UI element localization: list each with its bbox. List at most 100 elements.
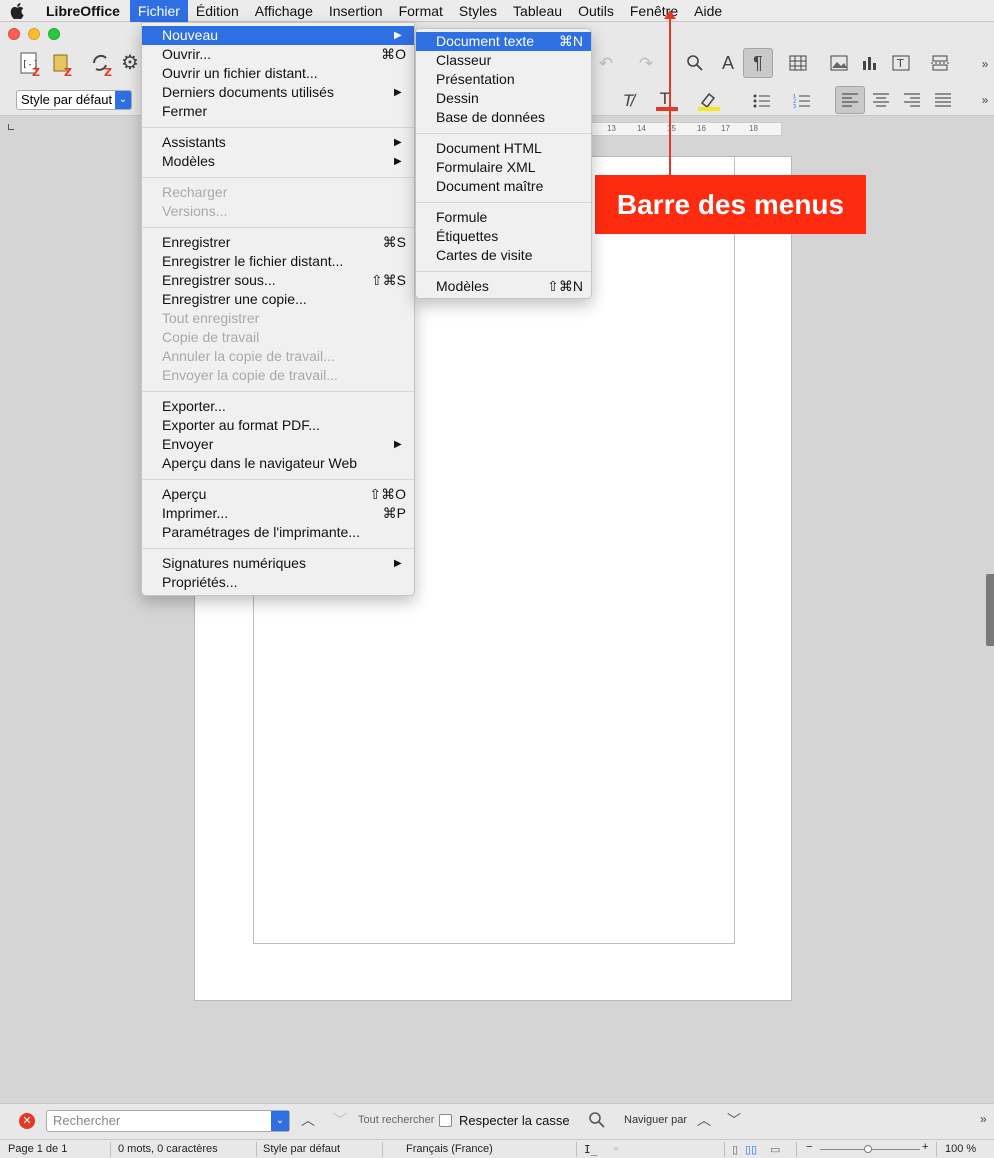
- clear-formatting-icon[interactable]: T̸: [616, 90, 640, 112]
- menu-item-envoyer[interactable]: Envoyer ▶: [142, 435, 414, 454]
- menu-item-ouvrir[interactable]: Ouvrir... ⌘O: [142, 45, 414, 64]
- menu-item-enregistrer-distant[interactable]: Enregistrer le fichier distant...: [142, 252, 414, 271]
- formatting-marks-icon[interactable]: ¶: [743, 48, 773, 78]
- multi-page-view-icon[interactable]: ▯▯: [745, 1143, 757, 1156]
- navigate-up-icon[interactable]: ︿: [694, 1110, 714, 1130]
- insert-mode-icon[interactable]: I̲: [584, 1143, 597, 1156]
- find-previous-icon[interactable]: ︿: [298, 1110, 318, 1130]
- menu-fichier[interactable]: Fichier: [129, 0, 188, 22]
- refresh-icon[interactable]: Z: [88, 50, 116, 78]
- menu-item-parametrages-imprimante[interactable]: Paramétrages de l'imprimante...: [142, 523, 414, 542]
- zoom-window-button[interactable]: [48, 28, 60, 40]
- menu-item-modeles[interactable]: Modèles ▶: [142, 152, 414, 171]
- menu-edition[interactable]: Édition: [188, 0, 247, 22]
- update-icon[interactable]: Z: [48, 50, 76, 78]
- highlight-color-icon[interactable]: [694, 88, 724, 114]
- menu-tableau[interactable]: Tableau: [505, 0, 570, 22]
- menu-item-apercu[interactable]: Aperçu ⇧⌘O: [142, 485, 414, 504]
- menu-item-imprimer[interactable]: Imprimer... ⌘P: [142, 504, 414, 523]
- menu-item-formulaire-xml[interactable]: Formulaire XML: [416, 158, 591, 177]
- insert-image-icon[interactable]: [827, 52, 851, 74]
- insert-chart-icon[interactable]: [858, 52, 882, 74]
- menu-item-document-texte[interactable]: Document texte ⌘N: [416, 32, 591, 51]
- menu-item-etiquettes[interactable]: Étiquettes: [416, 227, 591, 246]
- insert-textbox-icon[interactable]: T: [889, 52, 913, 74]
- align-center-icon[interactable]: [869, 88, 893, 112]
- book-view-icon[interactable]: ▭: [770, 1143, 780, 1156]
- menu-item-signatures[interactable]: Signatures numériques ▶: [142, 554, 414, 573]
- align-left-icon[interactable]: [835, 86, 865, 114]
- menu-item-presentation[interactable]: Présentation: [416, 70, 591, 89]
- menu-outils[interactable]: Outils: [570, 0, 622, 22]
- more-tools-icon[interactable]: »: [978, 54, 992, 74]
- menu-item-apercu-web[interactable]: Aperçu dans le navigateur Web: [142, 454, 414, 473]
- single-page-view-icon[interactable]: ▯: [732, 1143, 738, 1156]
- search-input[interactable]: Rechercher ⌄: [46, 1110, 290, 1132]
- tab-stop-corner[interactable]: [8, 124, 14, 130]
- gear-icon[interactable]: ⚙: [118, 50, 142, 74]
- menu-item-document-html[interactable]: Document HTML: [416, 139, 591, 158]
- close-findbar-icon[interactable]: ✕: [19, 1113, 35, 1129]
- menu-item-enregistrer[interactable]: Enregistrer ⌘S: [142, 233, 414, 252]
- zoom-out-icon[interactable]: −: [806, 1141, 812, 1153]
- menu-item-derniers-documents[interactable]: Derniers documents utilisés ▶: [142, 83, 414, 102]
- match-case-checkbox[interactable]: [439, 1114, 452, 1127]
- menu-item-nouveau[interactable]: Nouveau ▶: [142, 26, 414, 45]
- find-next-icon[interactable]: ﹀: [330, 1110, 350, 1130]
- page-break-icon[interactable]: [928, 52, 952, 74]
- redo-icon[interactable]: ↷: [636, 54, 656, 74]
- justify-icon[interactable]: [931, 88, 955, 112]
- more-format-icon[interactable]: »: [978, 90, 992, 110]
- paragraph-style-select[interactable]: Style par défaut ⌄: [16, 90, 132, 110]
- status-language[interactable]: Français (France): [406, 1143, 493, 1155]
- menu-item-exporter[interactable]: Exporter...: [142, 397, 414, 416]
- undo-icon[interactable]: ↶: [596, 54, 616, 74]
- menu-insertion[interactable]: Insertion: [321, 0, 391, 22]
- apple-icon[interactable]: [0, 0, 34, 22]
- menu-item-assistants[interactable]: Assistants ▶: [142, 133, 414, 152]
- find-all-button[interactable]: Tout rechercher: [358, 1114, 434, 1126]
- menu-item-ouvrir-distant[interactable]: Ouvrir un fichier distant...: [142, 64, 414, 83]
- status-page[interactable]: Page 1 de 1: [8, 1143, 67, 1155]
- navigate-down-icon[interactable]: ﹀: [724, 1110, 744, 1130]
- menu-item-fermer[interactable]: Fermer: [142, 102, 414, 121]
- menu-item-classeur[interactable]: Classeur: [416, 51, 591, 70]
- menu-item-enregistrer-copie[interactable]: Enregistrer une copie...: [142, 290, 414, 309]
- chevron-down-icon[interactable]: ⌄: [271, 1111, 289, 1131]
- zoom-in-icon[interactable]: +: [922, 1141, 928, 1153]
- find-replace-icon[interactable]: [588, 1111, 608, 1131]
- menu-item-exporter-pdf[interactable]: Exporter au format PDF...: [142, 416, 414, 435]
- status-word-count[interactable]: 0 mots, 0 caractères: [118, 1143, 218, 1155]
- find-replace-icon[interactable]: [684, 52, 706, 74]
- spelling-icon[interactable]: A: [716, 50, 740, 76]
- menu-styles[interactable]: Styles: [451, 0, 505, 22]
- zoom-level[interactable]: 100 %: [945, 1143, 976, 1155]
- align-right-icon[interactable]: [900, 88, 924, 112]
- close-window-button[interactable]: [8, 28, 20, 40]
- menu-item-cartes-de-visite[interactable]: Cartes de visite: [416, 246, 591, 265]
- menu-item-document-maitre[interactable]: Document maître: [416, 177, 591, 196]
- menu-item-base-de-donnees[interactable]: Base de données: [416, 108, 591, 127]
- more-findbar-icon[interactable]: »: [980, 1112, 992, 1130]
- export-odt-icon[interactable]: [-] Z: [16, 50, 44, 78]
- menu-app-libreoffice[interactable]: LibreOffice: [34, 0, 130, 22]
- bullet-list-icon[interactable]: [750, 90, 774, 112]
- menu-item-enregistrer-sous[interactable]: Enregistrer sous... ⇧⌘S: [142, 271, 414, 290]
- font-color-icon[interactable]: T: [652, 88, 682, 114]
- chevron-down-icon[interactable]: ⌄: [115, 91, 131, 109]
- menu-fenetre[interactable]: Fenêtre: [622, 0, 686, 22]
- menu-item-proprietes[interactable]: Propriétés...: [142, 573, 414, 592]
- insert-table-icon[interactable]: [786, 52, 810, 74]
- horizontal-ruler[interactable]: 13 14 15 16 17 18: [590, 122, 782, 136]
- sidebar-handle[interactable]: [986, 574, 994, 646]
- zoom-slider-thumb[interactable]: [864, 1145, 872, 1153]
- menu-affichage[interactable]: Affichage: [247, 0, 321, 22]
- menu-item-dessin[interactable]: Dessin: [416, 89, 591, 108]
- menu-aide[interactable]: Aide: [686, 0, 730, 22]
- menu-item-formule[interactable]: Formule: [416, 208, 591, 227]
- menu-format[interactable]: Format: [391, 0, 451, 22]
- status-page-style[interactable]: Style par défaut: [263, 1143, 340, 1155]
- minimize-window-button[interactable]: [28, 28, 40, 40]
- menu-item-modeles-nouveau[interactable]: Modèles ⇧⌘N: [416, 277, 591, 296]
- numbered-list-icon[interactable]: 123: [790, 90, 814, 112]
